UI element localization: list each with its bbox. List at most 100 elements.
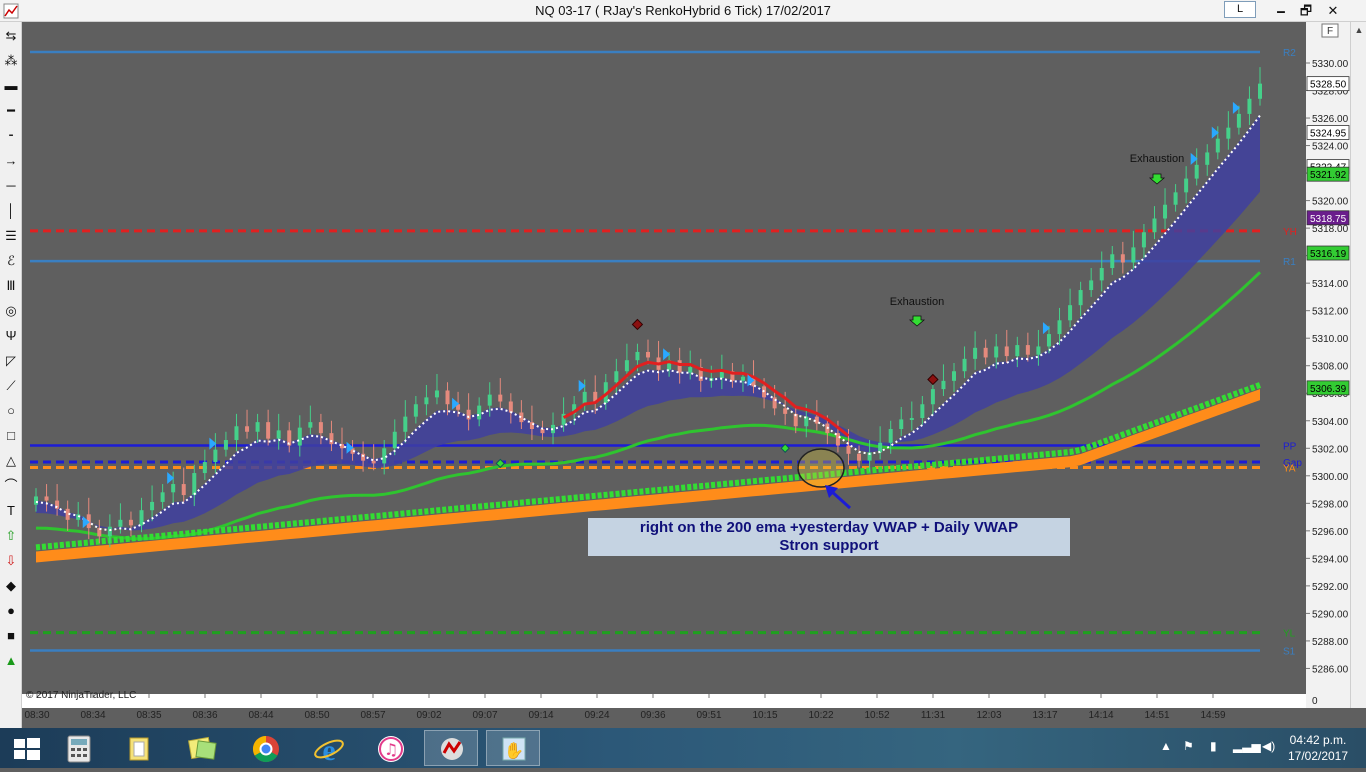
candle-up [994,346,999,358]
x-tick-label: 08:35 [136,710,161,721]
price-marker-label: 5328.50 [1310,80,1347,91]
x-tick-label: 14:59 [1200,710,1225,721]
fib-circle-icon[interactable]: ◎ [1,301,21,321]
internet-explorer-button[interactable]: e [302,730,356,767]
rectangle-icon[interactable]: □ [1,426,21,446]
y-tick-label: 5296.00 [1312,527,1349,538]
flag-icon[interactable]: ⚑ [1183,739,1194,753]
battery-icon[interactable]: ▮ [1210,739,1217,753]
window-title: NQ 03-17 ( RJay's RenkoHybrid 6 Tick) 17… [535,3,831,18]
ellipse-icon[interactable]: ○ [1,401,21,421]
triangle-up-icon[interactable]: ▲ [1,651,21,671]
svg-text:e: e [322,734,335,766]
fib-time-icon[interactable]: Ⅲ [1,276,21,296]
candle-up [1173,192,1178,205]
file-explorer-button[interactable] [112,730,166,766]
chrome-button[interactable] [239,730,293,766]
cursor-icon[interactable]: ⁂ [1,51,21,71]
regression-channel-icon[interactable]: ⟋ [1,376,21,396]
vertical-line-icon[interactable]: │ [1,201,21,221]
candle-up [34,496,38,505]
candle-down [245,426,250,432]
triangle-icon[interactable]: △ [1,451,21,471]
arc-icon[interactable]: ⌒ [1,476,21,496]
candle-up [1184,178,1189,193]
clock-date: 17/02/2017 [1287,749,1349,763]
candle-down [508,401,513,413]
candle-up [308,422,313,428]
y-tick-label: 5320.00 [1312,197,1349,208]
maximize-button[interactable]: 🗗 [1293,1,1319,20]
drawing-toolbar: ⇆ ⁂ ▬ ━ ⁃ → ─ │ ☰ ℰ Ⅲ ◎ Ψ ◸ ⟋ ○ □ △ ⌒ T ⇧ ⇩ ◆ ● ■ ▲ [0,22,22,730]
price-marker-label: 5321.92 [1310,170,1347,181]
candle-up [382,448,387,464]
dot-icon[interactable]: ● [1,601,21,621]
candle-up [920,404,925,419]
candle-down [318,422,323,434]
candle-up [614,371,619,383]
y-tick-label: 5286.00 [1312,664,1349,675]
close-button[interactable]: ✕ [1320,1,1346,20]
layout-button[interactable]: L [1224,1,1256,18]
diamond-icon[interactable]: ◆ [1,576,21,596]
candle-up [413,404,418,417]
candle-up [1078,290,1083,306]
x-tick-label: 14:14 [1088,710,1113,721]
hand-tool-taskbar-button[interactable]: ✋ [486,730,540,766]
horizontal-line-icon[interactable]: ─ [1,176,21,196]
candle-up [1110,254,1115,269]
start-button[interactable] [0,730,54,766]
vertical-scrollbar[interactable]: ▲ [1350,22,1366,708]
candle-up [213,449,218,463]
candle-down [835,433,840,446]
x-tick-label: 10:22 [808,710,833,721]
candle-up [1226,127,1231,139]
scroll-up-icon[interactable]: ▲ [1351,22,1366,38]
show-hidden-icons-icon[interactable]: ▲ [1160,739,1172,753]
taskbar-clock[interactable]: 04:42 p.m. 17/02/2017 [1286,732,1350,764]
x-tick-label: 08:36 [192,710,217,721]
gann-fan-icon[interactable]: ◸ [1,351,21,371]
candle-up [878,442,883,453]
x-tick-label: 14:51 [1144,710,1169,721]
signal-icon[interactable]: ▂▃▅ [1233,739,1261,753]
candle-up [624,360,629,372]
price-marker-label: 5318.75 [1310,214,1347,225]
square-icon[interactable]: ■ [1,626,21,646]
arrows-icon[interactable]: ⇆ [1,26,21,46]
candle-up [952,371,956,381]
arrow-up-icon[interactable]: ⇧ [1,526,21,546]
chart-menu-label: F [1327,26,1333,37]
y-tick-label: 5326.00 [1312,114,1349,125]
ninjatrader-taskbar-button[interactable] [424,730,478,766]
x-tick-label: 08:50 [304,710,329,721]
minimize-button[interactable]: 🗕 [1268,1,1294,20]
candle-up [192,473,197,496]
sticky-notes-button[interactable] [175,730,229,766]
itunes-button[interactable]: ♫ [364,730,418,766]
itunes-icon: ♫ [378,736,404,762]
candle-up [1215,138,1220,153]
fib-retracement-icon[interactable]: ☰ [1,226,21,246]
candle-up [1141,232,1146,248]
extended-line-icon[interactable]: ⁃ [1,126,21,146]
calculator-button[interactable] [52,730,106,766]
price-chart[interactable]: F R2YHR1PPGapYAYLS1 5330.005328.005326.0… [22,22,1350,730]
candle-up [1015,345,1020,357]
x-tick-label: 08:57 [360,710,385,721]
arrow-down-icon[interactable]: ⇩ [1,551,21,571]
candle-up [403,416,408,432]
candle-up [1163,204,1168,219]
ruler-icon[interactable]: ▬ [1,76,21,96]
text-icon[interactable]: T [1,501,21,521]
fib-extension-icon[interactable]: ℰ [1,251,21,271]
volume-icon[interactable]: ◀) [1262,739,1275,753]
x-tick-label: 09:24 [584,710,609,721]
candle-up [1089,280,1094,291]
y-tick-label: 5330.00 [1312,59,1349,70]
clock-time: 04:42 p.m. [1289,733,1347,747]
arrow-line-icon[interactable]: → [1,151,21,171]
candle-up [434,390,439,398]
andrews-pitchfork-icon[interactable]: Ψ [1,326,21,346]
ray-icon[interactable]: ━ [1,101,21,121]
